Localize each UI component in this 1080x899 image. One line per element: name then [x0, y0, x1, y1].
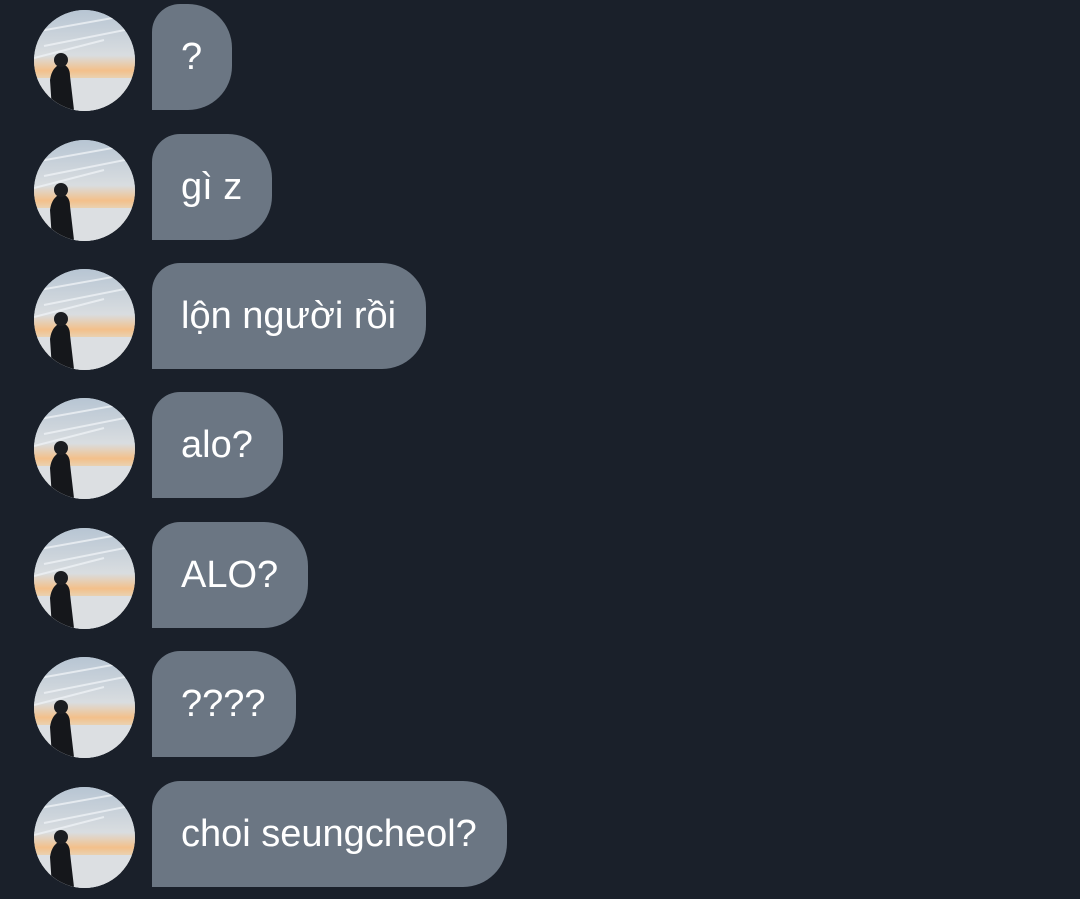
message-text: ALO?	[181, 553, 279, 596]
message-text: gì z	[181, 165, 243, 208]
avatar-photo-icon	[34, 398, 135, 499]
message-text: choi seungcheol?	[181, 812, 477, 855]
avatar-photo-icon	[34, 528, 135, 629]
avatar-photo-icon	[34, 140, 135, 241]
chat-message-list: ? gì z lộn người rồi alo? ALO? ???? choi…	[0, 0, 1080, 899]
message-text: lộn người rồi	[181, 294, 397, 337]
avatar[interactable]	[34, 398, 135, 499]
avatar-photo-icon	[34, 10, 135, 111]
message-row: ????	[0, 647, 1080, 758]
message-bubble[interactable]: ALO?	[152, 522, 309, 628]
message-bubble[interactable]: lộn người rồi	[152, 263, 427, 369]
message-bubble[interactable]: choi seungcheol?	[152, 781, 507, 887]
message-text: ????	[181, 682, 266, 725]
avatar[interactable]	[34, 269, 135, 370]
message-row: ?	[0, 0, 1080, 111]
message-bubble[interactable]: alo?	[152, 392, 283, 498]
avatar[interactable]	[34, 528, 135, 629]
avatar[interactable]	[34, 10, 135, 111]
message-row: gì z	[0, 130, 1080, 241]
message-row: ALO?	[0, 518, 1080, 629]
avatar[interactable]	[34, 140, 135, 241]
message-row: choi seungcheol?	[0, 777, 1080, 888]
avatar-photo-icon	[34, 787, 135, 888]
message-bubble[interactable]: ?	[152, 4, 233, 110]
avatar-photo-icon	[34, 657, 135, 758]
message-row: lộn người rồi	[0, 259, 1080, 370]
avatar[interactable]	[34, 657, 135, 758]
message-bubble[interactable]: ????	[152, 651, 296, 757]
message-text: alo?	[181, 423, 253, 466]
avatar[interactable]	[34, 787, 135, 888]
message-row: alo?	[0, 388, 1080, 499]
message-text: ?	[181, 35, 203, 78]
message-bubble[interactable]: gì z	[152, 134, 273, 240]
avatar-photo-icon	[34, 269, 135, 370]
